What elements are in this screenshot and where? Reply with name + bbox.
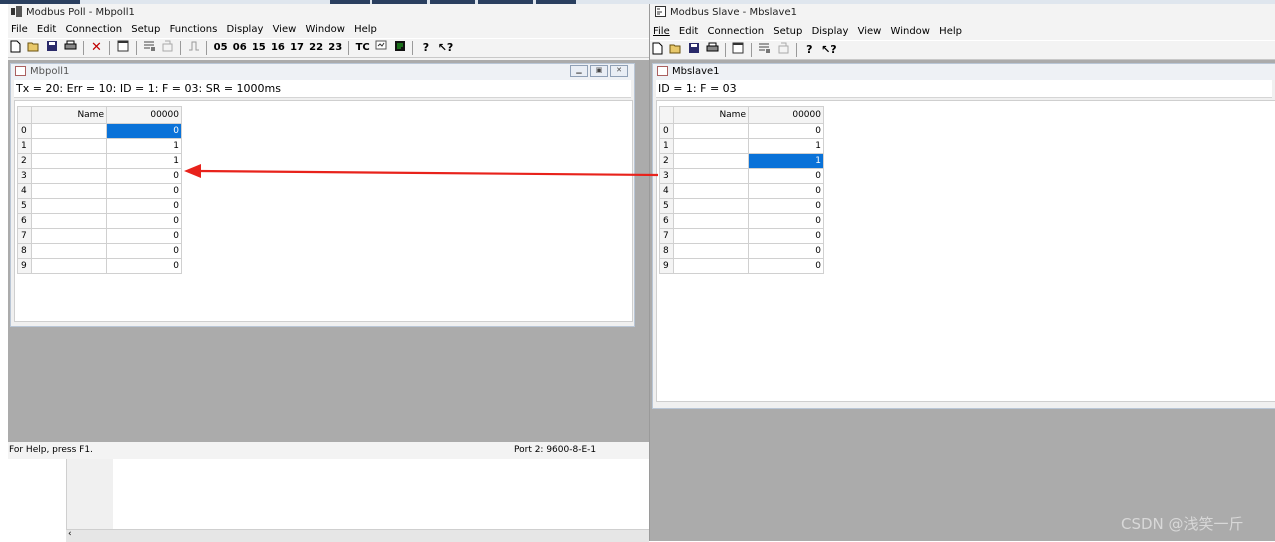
- annotation-arrow: [184, 164, 659, 178]
- arrow-shaft: [197, 169, 659, 177]
- arrow-head: [184, 164, 201, 178]
- watermark: CSDN @浅笑一斤: [1121, 515, 1244, 533]
